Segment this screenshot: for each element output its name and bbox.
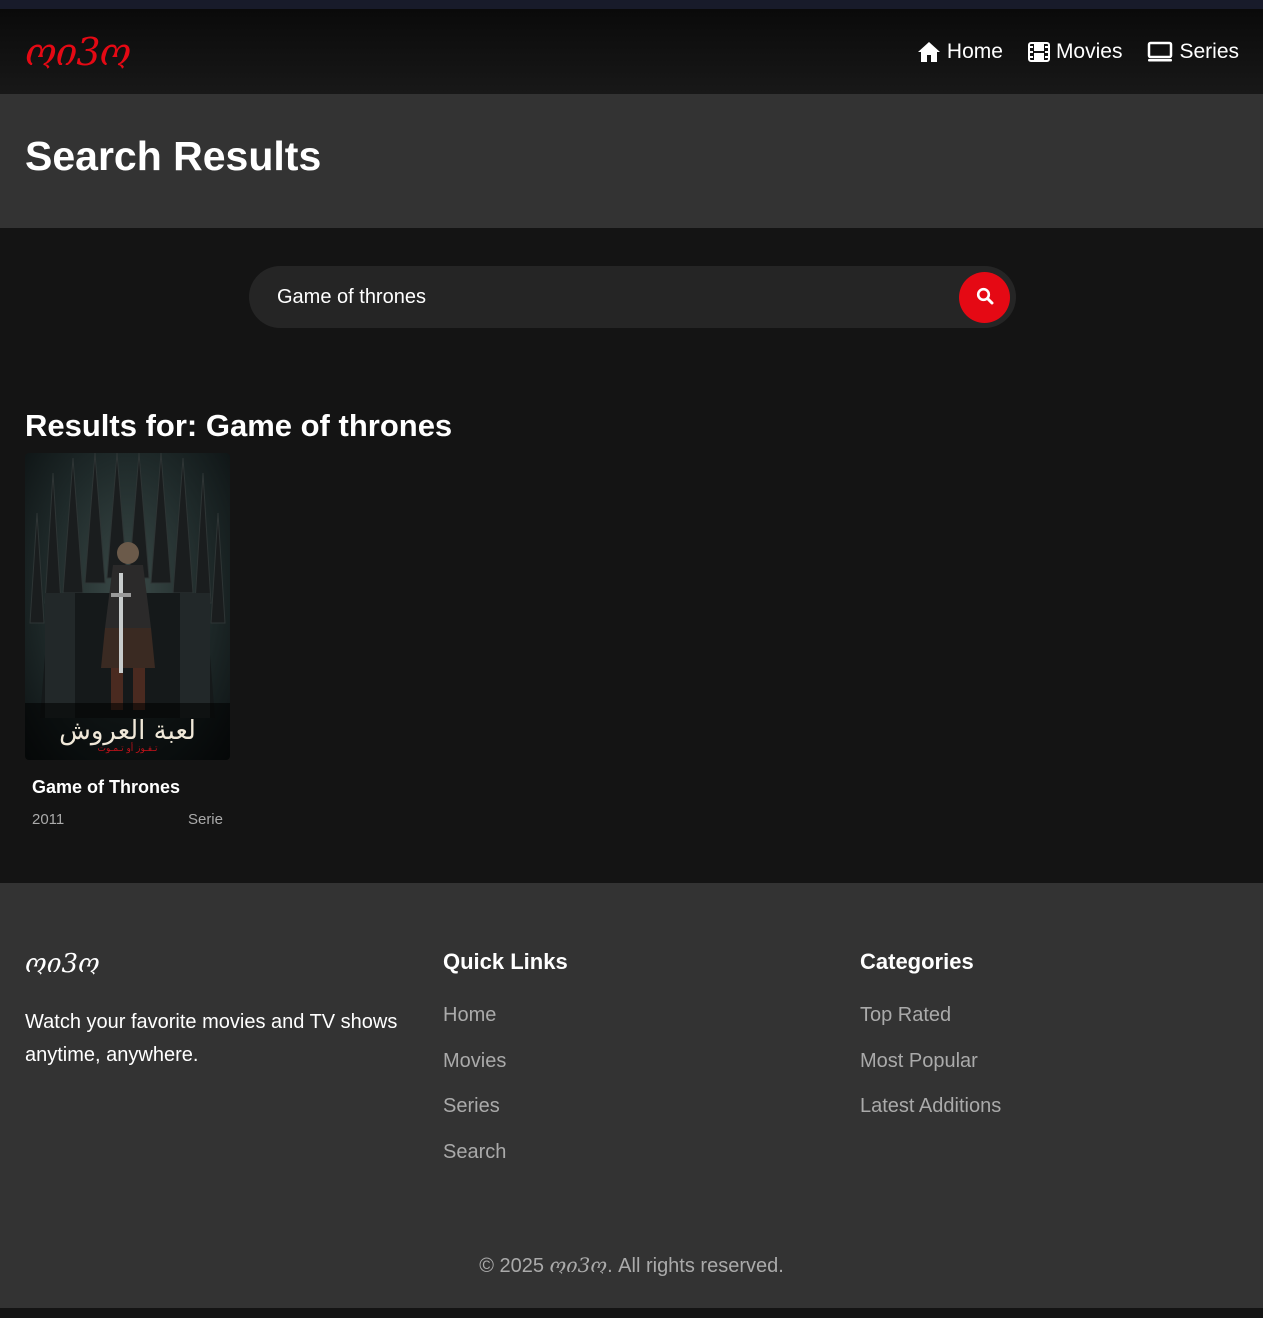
poster-tagline: تـفـوز أو تـمـوت: [97, 744, 158, 754]
site-footer: ოი3ო Watch your favorite movies and TV s…: [0, 883, 1263, 1308]
footer-logo: ოი3ო: [25, 949, 100, 979]
footer-heading: Categories: [860, 949, 974, 974]
footer-link-search[interactable]: Search: [443, 1140, 833, 1186]
iron-throne-illustration: [25, 453, 230, 760]
nav-item-movies[interactable]: Movies: [1027, 39, 1123, 64]
bottom-strip: [0, 1308, 1263, 1318]
nav-item-home[interactable]: Home: [917, 40, 1003, 64]
top-strip: [0, 0, 1263, 9]
search-button[interactable]: [959, 271, 1010, 323]
footer-link-top-rated[interactable]: Top Rated: [860, 1003, 1250, 1049]
nav-item-label: Series: [1179, 39, 1239, 63]
footer-link-most-popular[interactable]: Most Popular: [860, 1049, 1250, 1095]
navbar: ოი3ო Home Movies Series: [0, 9, 1263, 94]
footer-link-series[interactable]: Series: [443, 1094, 833, 1140]
card-title: Game of Thrones: [32, 777, 181, 797]
card-type: Serie: [187, 811, 223, 828]
poster-image[interactable]: لعبة العروش تـفـوز أو تـمـوت: [25, 453, 230, 760]
results-heading: Results for: Game of thrones: [25, 408, 453, 443]
card-meta: 2011 Serie: [32, 811, 223, 828]
footer-link-movies[interactable]: Movies: [443, 1049, 833, 1095]
result-card[interactable]: لعبة العروش تـفـوز أو تـمـوت Game of Thr…: [25, 453, 230, 833]
main-nav: Home Movies Series: [917, 40, 1239, 64]
footer-about: ოი3ო Watch your favorite movies and TV s…: [25, 949, 415, 1072]
copyright-suffix: . All rights reserved.: [607, 1255, 784, 1277]
nav-item-series[interactable]: Series: [1147, 40, 1239, 64]
film-icon: [1027, 41, 1050, 62]
footer-heading: Quick Links: [443, 949, 568, 974]
footer-link-latest-additions[interactable]: Latest Additions: [860, 1094, 1250, 1140]
copyright-prefix: © 2025: [479, 1255, 544, 1277]
footer-categories: Categories Top Rated Most Popular Latest…: [860, 949, 1250, 1140]
tv-icon: [1147, 41, 1173, 63]
copyright-brand: ოი3ო: [549, 1253, 608, 1277]
search-input[interactable]: [275, 266, 959, 328]
footer-link-list: Home Movies Series Search: [443, 1003, 833, 1185]
footer-description: Watch your favorite movies and TV shows …: [25, 1011, 398, 1067]
site-logo[interactable]: ოი3ო: [25, 33, 131, 71]
footer-quick-links: Quick Links Home Movies Series Search: [443, 949, 833, 1185]
poster-title-text: لعبة العروش: [59, 716, 196, 746]
search-bar: [249, 266, 1016, 328]
nav-item-label: Movies: [1055, 39, 1123, 63]
footer-category-list: Top Rated Most Popular Latest Additions: [860, 1003, 1250, 1140]
home-icon: [917, 41, 941, 63]
copyright: © 2025 ოი3ო. All rights reserved.: [0, 1253, 1263, 1278]
footer-link-home[interactable]: Home: [443, 1003, 833, 1049]
search-icon: [976, 287, 994, 308]
nav-item-label: Home: [946, 39, 1003, 63]
page-title: Search Results: [25, 133, 322, 179]
card-year: 2011: [32, 811, 65, 828]
page-hero: Search Results: [0, 94, 1263, 228]
